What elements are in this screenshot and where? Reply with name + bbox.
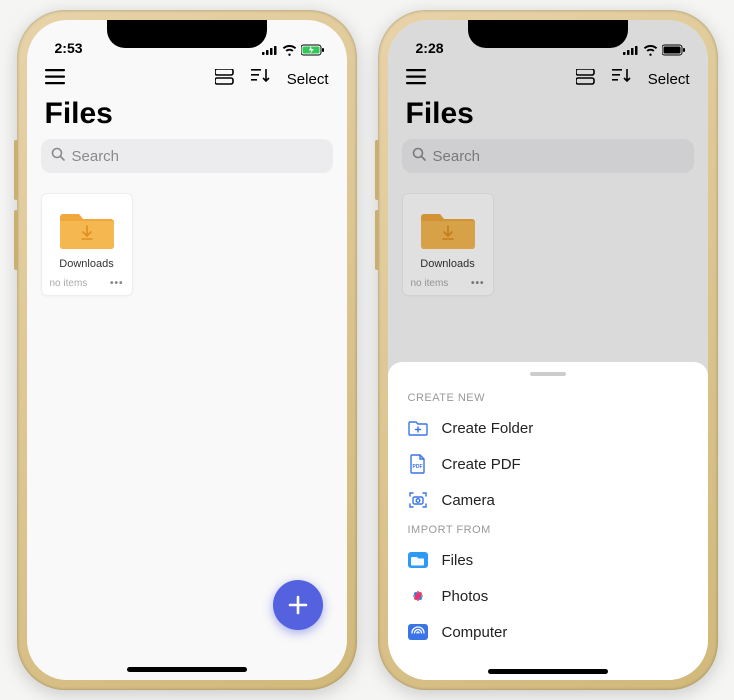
wifi-icon [282, 45, 297, 56]
toolbar: Select [27, 58, 347, 95]
sheet-grabber[interactable] [530, 372, 566, 376]
battery-icon [662, 44, 686, 56]
folder-name: Downloads [48, 258, 126, 270]
wifi-icon [643, 45, 658, 56]
signal-icon [623, 45, 639, 55]
sort-button[interactable] [251, 68, 271, 91]
sheet-item-label: Camera [442, 492, 495, 509]
view-toggle-button[interactable] [576, 69, 596, 90]
sheet-item-create-pdf[interactable]: PDF Create PDF [388, 446, 708, 482]
view-toggle-button[interactable] [215, 69, 235, 90]
screen: 2:28 [388, 20, 708, 680]
create-folder-icon [408, 418, 428, 438]
photos-app-icon [408, 586, 428, 606]
files-app-icon [408, 550, 428, 570]
select-button[interactable]: Select [287, 71, 329, 88]
home-indicator[interactable] [127, 667, 247, 672]
notch [107, 20, 267, 48]
phone-left: 2:53 [17, 10, 357, 690]
sheet-item-files[interactable]: Files [388, 542, 708, 578]
sheet-item-label: Create PDF [442, 456, 521, 473]
toolbar: Select [388, 58, 708, 95]
sheet-item-label: Computer [442, 624, 508, 641]
section-import-from: IMPORT FROM [388, 518, 708, 542]
search-placeholder: Search [433, 148, 481, 165]
sheet-item-photos[interactable]: Photos [388, 578, 708, 614]
search-placeholder: Search [72, 148, 120, 165]
page-title: Files [388, 95, 708, 139]
status-time: 2:53 [55, 40, 83, 56]
menu-button[interactable] [406, 69, 428, 90]
sheet-item-computer[interactable]: Computer [388, 614, 708, 650]
page-title: Files [27, 95, 347, 139]
sheet-item-create-folder[interactable]: Create Folder [388, 410, 708, 446]
create-pdf-icon: PDF [408, 454, 428, 474]
status-icons [262, 44, 325, 56]
notch [468, 20, 628, 48]
action-sheet: CREATE NEW Create Folder PDF Create PDF … [388, 362, 708, 680]
folder-icon [60, 206, 114, 250]
search-input[interactable]: Search [402, 139, 694, 173]
status-icons [623, 44, 686, 56]
folder-name: Downloads [409, 258, 487, 270]
menu-button[interactable] [45, 69, 67, 90]
svg-text:PDF: PDF [412, 464, 422, 470]
select-button[interactable]: Select [648, 71, 690, 88]
add-button[interactable] [273, 580, 323, 630]
folder-subtitle: no items [411, 278, 449, 289]
folder-downloads[interactable]: Downloads no items ••• [41, 193, 133, 296]
folder-icon [421, 206, 475, 250]
battery-charging-icon [301, 44, 325, 56]
home-indicator[interactable] [488, 669, 608, 674]
phone-right: 2:28 [378, 10, 718, 690]
status-time: 2:28 [416, 40, 444, 56]
sort-button[interactable] [612, 68, 632, 91]
computer-icon [408, 622, 428, 642]
sheet-item-camera[interactable]: Camera [388, 482, 708, 518]
screen: 2:53 [27, 20, 347, 680]
section-create-new: CREATE NEW [388, 386, 708, 410]
signal-icon [262, 45, 278, 55]
search-icon [51, 147, 66, 166]
folder-downloads[interactable]: Downloads no items ••• [402, 193, 494, 296]
sheet-item-label: Photos [442, 588, 489, 605]
folder-more-button[interactable]: ••• [110, 278, 124, 289]
sheet-item-label: Files [442, 552, 474, 569]
folder-subtitle: no items [50, 278, 88, 289]
search-icon [412, 147, 427, 166]
sheet-item-label: Create Folder [442, 420, 534, 437]
folder-more-button[interactable]: ••• [471, 278, 485, 289]
search-input[interactable]: Search [41, 139, 333, 173]
camera-scan-icon [408, 490, 428, 510]
